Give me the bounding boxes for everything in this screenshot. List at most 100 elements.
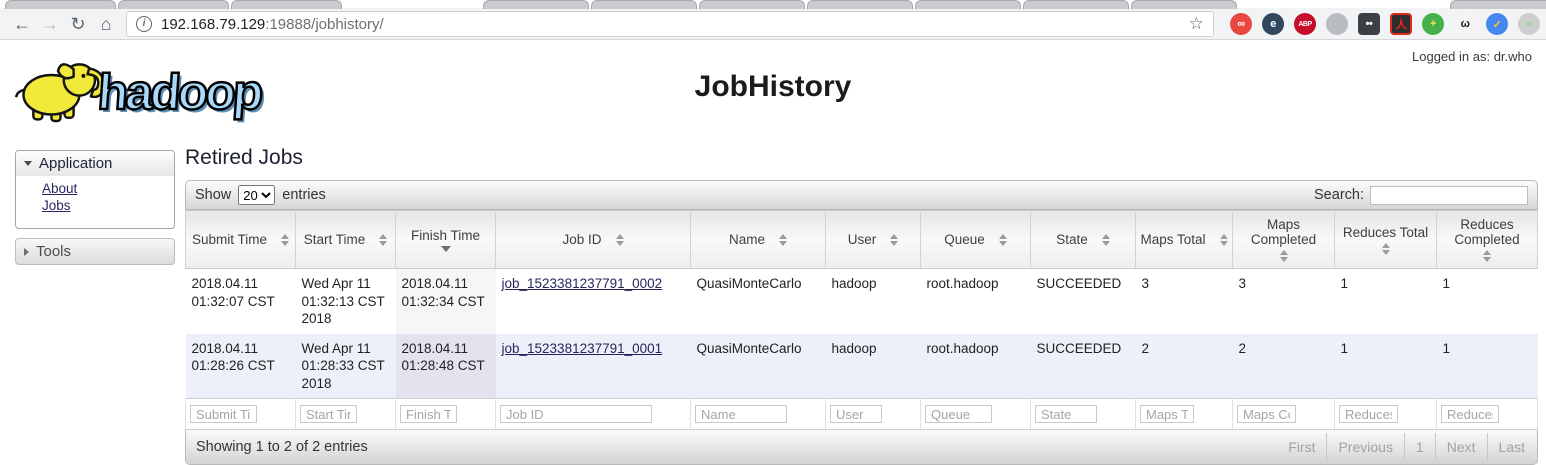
filter-reduces-completed-input[interactable] [1441,405,1499,423]
sidebar-item-about[interactable]: About [42,180,174,197]
browser-tab[interactable] [231,0,342,9]
browser-tab[interactable] [1131,0,1237,9]
browser-tab[interactable] [1023,0,1129,9]
tools-section-header[interactable]: Tools [15,238,175,265]
browser-tab[interactable] [915,0,1021,9]
jobs-table-filters [186,399,1538,430]
column-header-maps-total[interactable]: Maps Total [1136,211,1233,269]
cell-maps-completed: 2 [1233,334,1335,399]
column-header-job-id[interactable]: Job ID [496,211,691,269]
table-search: Search: [1314,186,1528,205]
application-section: Application About Jobs [15,150,175,229]
cell-start-time: Wed Apr 11 01:32:13 CST 2018 [296,269,396,334]
page-info-icon[interactable]: i [136,16,152,32]
filter-cell [826,399,921,430]
sort-icon [379,234,387,246]
search-input[interactable] [1370,186,1528,205]
column-header-reduces-total[interactable]: Reduces Total [1335,211,1437,269]
column-label: Name [729,232,765,247]
main-panel: Retired Jobs Show 20 entries Search: S [185,142,1538,465]
column-label: Reduces Total [1343,225,1428,240]
refresh-icon[interactable]: ↻ [64,14,92,35]
column-label: Maps Completed [1237,217,1330,247]
page-title: JobHistory [0,70,1546,104]
sort-icon [890,234,898,246]
sidebar-item-jobs[interactable]: Jobs [42,197,174,214]
filter-job-id-input[interactable] [500,405,652,423]
filter-user-input[interactable] [830,405,882,423]
cat-extension-icon[interactable]: ω [1454,13,1476,35]
browser-tab[interactable] [591,0,697,9]
cell-reduces-total: 1 [1335,334,1437,399]
job-link[interactable]: job_1523381237791_0001 [502,341,663,356]
filter-name-input[interactable] [695,405,787,423]
table-toolbar: Show 20 entries Search: [185,180,1538,210]
page-button-1[interactable]: 1 [1404,433,1435,461]
filter-maps-completed-input[interactable] [1237,405,1296,423]
browser-tab[interactable] [118,0,229,9]
filter-cell [1031,399,1136,430]
column-header-start-time[interactable]: Start Time [296,211,396,269]
table-info: Showing 1 to 2 of 2 entries [196,439,368,455]
back-icon[interactable]: ← [8,14,36,35]
browser-tab[interactable] [807,0,913,9]
home-icon[interactable]: ⌂ [92,14,120,35]
filter-cell [396,399,496,430]
filter-cell [1437,399,1538,430]
e-extension-icon[interactable]: e [1262,13,1284,35]
column-label: Queue [944,232,985,247]
column-label: Start Time [304,232,366,247]
cell-submit-time: 2018.04.11 01:28:26 CST [186,334,296,399]
column-header-maps-completed[interactable]: Maps Completed [1233,211,1335,269]
column-header-queue[interactable]: Queue [921,211,1031,269]
forward-icon[interactable]: → [36,14,64,35]
bookmark-star-icon[interactable]: ☆ [1189,14,1204,34]
filter-finish-time-input[interactable] [400,405,457,423]
column-header-name[interactable]: Name [691,211,826,269]
table-footer: Showing 1 to 2 of 2 entries FirstPreviou… [185,430,1538,465]
acrobat-extension-icon[interactable]: 人 [1390,13,1412,35]
filter-start-time-input[interactable] [300,405,357,423]
column-header-reduces-completed[interactable]: Reduces Completed [1437,211,1538,269]
cell-name: QuasiMonteCarlo [691,269,826,334]
filter-submit-time-input[interactable] [190,405,257,423]
column-header-finish-time[interactable]: Finish Time [396,211,496,269]
page-button-previous[interactable]: Previous [1326,433,1403,461]
browser-tab[interactable] [483,0,589,9]
adblock-plus-extension-icon[interactable]: ABP [1294,13,1316,35]
page-button-first[interactable]: First [1277,433,1326,461]
sphere-extension-icon[interactable] [1326,13,1348,35]
browser-tab[interactable] [1450,0,1546,9]
cell-start-time: Wed Apr 11 01:28:33 CST 2018 [296,334,396,399]
filter-state-input[interactable] [1035,405,1097,423]
filter-queue-input[interactable] [925,405,992,423]
browser-tab[interactable] [5,0,116,9]
page-button-last[interactable]: Last [1487,433,1536,461]
cell-queue: root.hadoop [921,269,1031,334]
sort-icon [1382,243,1390,255]
browser-tab[interactable] [699,0,805,9]
table-row: 2018.04.11 01:28:26 CSTWed Apr 11 01:28:… [186,334,1538,399]
browser-chrome: ← → ↻ ⌂ i 192.168.79.129:19888/jobhistor… [0,0,1546,40]
gray-dot-extension-icon[interactable]: ● [1518,13,1540,35]
column-header-user[interactable]: User [826,211,921,269]
application-section-header[interactable]: Application [16,151,174,176]
filter-reduces-total-input[interactable] [1339,405,1398,423]
page-button-next[interactable]: Next [1435,433,1487,461]
two-dots-extension-icon[interactable]: •• [1358,13,1380,35]
cell-maps-total: 3 [1136,269,1233,334]
sort-icon [1483,250,1491,262]
jobs-table-wrapper: Show 20 entries Search: Submit Time Start… [185,180,1538,465]
blue-check-extension-icon[interactable]: ✓ [1486,13,1508,35]
column-header-state[interactable]: State [1031,211,1136,269]
column-header-submit-time[interactable]: Submit Time [186,211,296,269]
jobhistory-page: Logged in as: dr.who [0,40,1546,465]
filter-maps-total-input[interactable] [1140,405,1194,423]
cell-job-id: job_1523381237791_0001 [496,334,691,399]
address-bar[interactable]: i 192.168.79.129:19888/jobhistory/ ☆ [126,11,1214,37]
page-size-select[interactable]: 20 [238,185,275,205]
job-link[interactable]: job_1523381237791_0002 [502,276,663,291]
green-plus-extension-icon[interactable]: + [1422,13,1444,35]
content: Application About Jobs Tools Retired Job… [0,142,1546,465]
infinity-extension-icon[interactable]: ∞ [1230,13,1252,35]
